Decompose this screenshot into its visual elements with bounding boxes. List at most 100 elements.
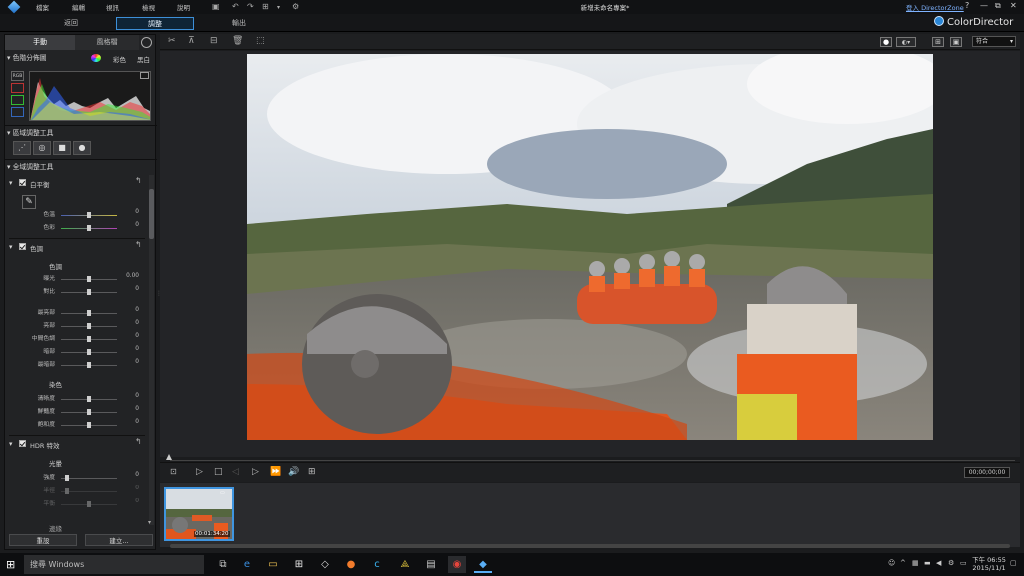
3d-app-icon[interactable]: ◇ [316,556,334,573]
file-explorer-icon[interactable]: ▭ [264,556,282,573]
spot-tool-icon[interactable]: ● [73,141,91,155]
histogram-header[interactable]: ▾ 色階分佈圖 [7,52,155,64]
edge-browser-icon[interactable]: e [238,556,256,573]
slider-knob[interactable] [65,475,69,481]
play-icon[interactable]: ▷ [196,467,203,477]
slider-knob[interactable] [87,310,91,316]
firefox-icon[interactable]: ● [342,556,360,573]
slider-blacks[interactable]: 最暗部 0 [5,359,145,371]
close-button[interactable]: ✕ [1010,1,1017,10]
fullscreen-icon[interactable]: ▣ [950,37,962,47]
playback-timeline[interactable] [160,453,1020,461]
radial-filter-icon[interactable]: ◎ [33,141,51,155]
slider-exposure[interactable]: 曝光 0.00 [5,273,145,285]
split-icon[interactable]: ⊟ [210,36,218,46]
preview-mode-icon[interactable]: ⊡ [170,467,177,476]
slider-whites[interactable]: 最亮部 0 [5,307,145,319]
channel-green-button[interactable] [11,95,24,105]
tone-reset-icon[interactable]: ↰ [135,240,142,249]
next-frame-icon[interactable]: ▷ [252,467,259,477]
menu-help[interactable]: 說明 [177,2,190,12]
cut-scissors-icon[interactable]: ✂ [168,36,176,46]
taskbar-search-box[interactable]: 搜尋 Windows [24,555,204,574]
clip-thumbnail[interactable]: ▭ 00:01:34:20 [164,487,234,541]
windows-start-icon[interactable]: ⊞ [6,558,15,571]
mode-back-button[interactable]: 返回 [48,17,94,30]
restore-button[interactable]: ⧉ [995,1,1001,11]
tray-network-icon[interactable]: ▦ [912,559,919,567]
slider-saturation[interactable]: 飽和度 0 [5,419,145,431]
slider-knob[interactable] [87,409,91,415]
slider-knob[interactable] [87,422,91,428]
taskbar-clock[interactable]: 下午 06:55 2015/11/1 [972,556,1006,572]
previous-frame-icon[interactable]: ◁ [232,467,239,477]
expand-histogram-icon[interactable] [140,72,149,79]
white-balance-reset-icon[interactable]: ↰ [135,176,142,185]
slider-knob[interactable] [87,349,91,355]
slider-knob[interactable] [87,396,91,402]
login-directorzone-link[interactable]: 登入 DirectorZone [906,2,964,12]
tray-battery-icon[interactable]: ▬ [924,559,931,567]
white-balance-checkbox[interactable] [19,179,26,186]
split-view-icon[interactable]: ◐▾ [896,37,916,47]
stop-icon[interactable]: □ [214,467,223,477]
director-app-icon[interactable]: ⟁ [396,556,414,573]
snapshot-icon[interactable]: ⊞ [308,467,316,477]
crop-rotate-icon[interactable]: ⬚ [256,36,265,46]
panel-splitter-handle[interactable]: ⋮ [156,290,162,298]
menu-file[interactable]: 檔案 [36,2,49,12]
task-view-icon[interactable]: ⧉ [214,556,232,573]
media-app-icon[interactable]: ◉ [448,556,466,573]
hdr-checkbox[interactable] [19,440,26,447]
volume-icon[interactable]: 🔊 [288,467,299,477]
eyedropper-icon[interactable]: ✎ [22,195,36,209]
menu-view[interactable]: 檢視 [142,2,155,12]
store-icon[interactable]: ⊞ [290,556,308,573]
slider-midtones[interactable]: 中間色調 0 [5,333,145,345]
regional-tools-header[interactable]: ▾ 區域調整工具 [7,127,155,139]
slider-knob[interactable] [87,323,91,329]
timeline-track[interactable] [170,460,1015,461]
settings-gear-icon[interactable]: ⚙ [292,2,299,11]
timecode-display[interactable]: 00;00;00;00 [964,467,1010,478]
trim-icon[interactable]: ⊼ [188,36,195,46]
channel-red-button[interactable] [11,83,24,93]
menu-video[interactable]: 視訊 [106,2,119,12]
brush-tool-icon[interactable]: ⋰ [13,141,31,155]
slider-track[interactable] [61,478,117,479]
zoom-fit-select[interactable]: 符合 ▾ [972,36,1016,47]
reset-button[interactable]: 重設 [9,534,77,546]
slider-glow-strength[interactable]: 強度 0 [5,472,145,484]
help-button[interactable]: ? [965,1,969,10]
before-after-icon[interactable]: ⊞ [932,37,944,47]
save-icon[interactable]: ▣ [212,2,220,11]
colordirector-taskbar-icon[interactable]: ◆ [474,556,492,573]
gradient-filter-icon[interactable]: ■ [53,141,71,155]
layout-icon[interactable]: ⊞ [262,2,269,11]
panel-scrollbar-thumb[interactable] [149,189,154,239]
video-preview-frame[interactable] [247,54,933,440]
tray-volume-icon[interactable]: ◀ [936,559,941,567]
hdr-reset-icon[interactable]: ↰ [135,437,142,446]
mode-adjust-tab[interactable]: 調整 [116,17,194,30]
histogram-bw-button[interactable]: 黑白 [137,54,150,64]
create-preset-button[interactable]: 建立... [85,534,153,546]
mode-output-tab[interactable]: 輸出 [216,17,262,30]
undo-icon[interactable]: ↶ [232,2,239,11]
tab-style[interactable]: 風格檔 [75,35,139,50]
slider-highlights[interactable]: 亮部 0 [5,320,145,332]
fast-forward-icon[interactable]: ⏩ [270,467,281,477]
panel-scrollbar[interactable] [149,175,154,525]
delete-trash-icon[interactable]: 🗑 [232,36,243,46]
color-wheel-icon[interactable] [91,54,101,62]
redo-icon[interactable]: ↷ [247,2,254,11]
slider-tint[interactable]: 色彩 0 [5,222,145,234]
scroll-down-icon[interactable]: ▾ [148,519,151,526]
tray-person-icon[interactable]: ☺ [888,559,895,567]
slider-knob[interactable] [87,362,91,368]
slider-color-temperature[interactable]: 色溫 0 [5,209,145,221]
tone-checkbox[interactable] [19,243,26,250]
browser-c-icon[interactable]: c [368,556,386,573]
histogram-color-button[interactable]: 彩色 [113,54,126,64]
notifications-icon[interactable]: ▢ [1010,559,1017,567]
